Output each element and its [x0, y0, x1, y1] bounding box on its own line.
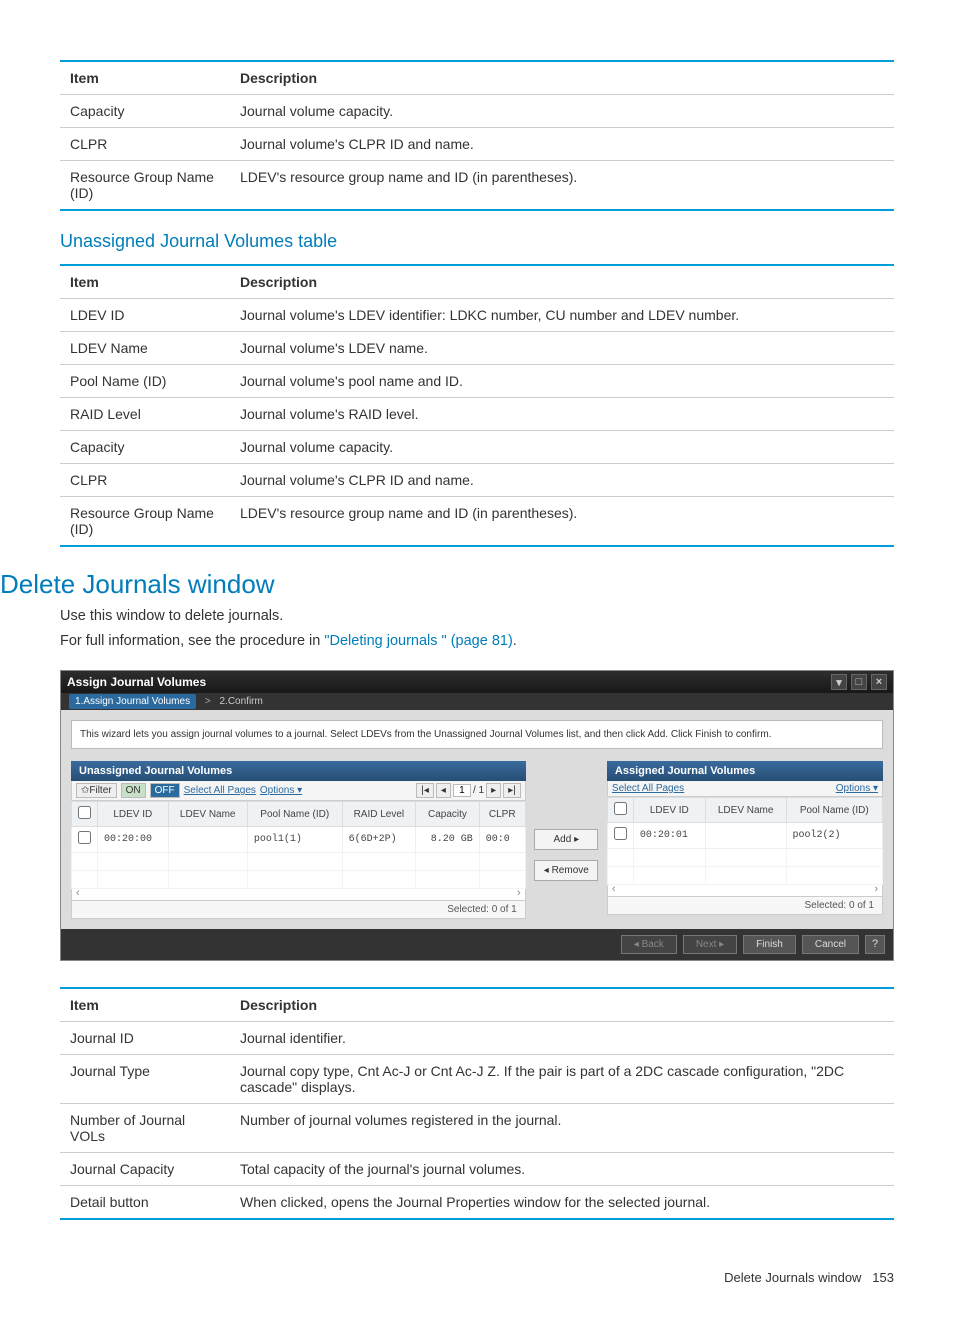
- filter-off[interactable]: OFF: [150, 783, 180, 798]
- table-row: LDEV IDJournal volume's LDEV identifier:…: [60, 299, 894, 332]
- paragraph: Use this window to delete journals.: [60, 606, 894, 627]
- wizard-assign-journal-volumes: Assign Journal Volumes ▾ □ × 1.Assign Jo…: [60, 670, 894, 961]
- page-last-icon[interactable]: ▸|: [503, 783, 521, 798]
- grid-selection-status: Selected: 0 of 1: [71, 901, 526, 919]
- grid-assigned: LDEV ID LDEV Name Pool Name (ID) 00:20:0…: [607, 797, 883, 885]
- wizard-titlebar: Assign Journal Volumes ▾ □ ×: [61, 671, 893, 693]
- page-total: / 1: [473, 785, 484, 796]
- toolbar-right: Select All Pages Options ▾: [607, 781, 883, 797]
- table-row[interactable]: 00:20:00 pool1(1) 6(6D+2P) 8.20 GB 00:0: [72, 827, 526, 853]
- breadcrumb-step-1[interactable]: 1.Assign Journal Volumes: [69, 694, 196, 709]
- close-icon[interactable]: ×: [871, 674, 887, 690]
- col-item: Item: [60, 61, 230, 95]
- table-row: RAID LevelJournal volume's RAID level.: [60, 398, 894, 431]
- table-row: Pool Name (ID)Journal volume's pool name…: [60, 365, 894, 398]
- table-row: CLPRJournal volume's CLPR ID and name.: [60, 128, 894, 161]
- col-item: Item: [60, 265, 230, 299]
- link-deleting-journals[interactable]: "Deleting journals " (page 81): [324, 633, 512, 649]
- pin-icon[interactable]: ▾: [831, 674, 847, 690]
- add-button[interactable]: Add ▸: [534, 829, 598, 850]
- panel-title-assigned: Assigned Journal Volumes: [607, 761, 883, 781]
- wizard-description: This wizard lets you assign journal volu…: [71, 720, 883, 749]
- help-button[interactable]: ?: [865, 935, 885, 954]
- select-all-pages[interactable]: Select All Pages: [612, 783, 684, 794]
- filter-on[interactable]: ON: [121, 783, 146, 798]
- table-row: Journal TypeJournal copy type, Cnt Ac-J …: [60, 1055, 894, 1104]
- table-row: CLPRJournal volume's CLPR ID and name.: [60, 464, 894, 497]
- table-delete: Item Description Journal IDJournal ident…: [60, 987, 894, 1220]
- col-item: Item: [60, 988, 230, 1022]
- col-desc: Description: [230, 265, 894, 299]
- checkbox-all[interactable]: [607, 798, 633, 823]
- heading-delete-journals: Delete Journals window: [0, 569, 894, 600]
- options-menu[interactable]: Options ▾: [836, 783, 878, 794]
- col-pool[interactable]: Pool Name (ID): [247, 802, 342, 827]
- breadcrumb-step-2[interactable]: 2.Confirm: [219, 696, 262, 707]
- col-ldev-id[interactable]: LDEV ID: [633, 798, 705, 823]
- next-button[interactable]: Next ▸: [683, 935, 737, 954]
- col-desc: Description: [230, 61, 894, 95]
- page-input[interactable]: [453, 784, 471, 797]
- row-checkbox[interactable]: [78, 831, 91, 844]
- page-prev-icon[interactable]: ◂: [436, 783, 451, 798]
- table-row[interactable]: 00:20:01 pool2(2): [607, 823, 882, 849]
- table-row: Resource Group Name (ID)LDEV's resource …: [60, 161, 894, 211]
- cancel-button[interactable]: Cancel: [802, 935, 859, 954]
- horizontal-scrollbar[interactable]: [71, 889, 526, 901]
- page-next-icon[interactable]: ▸: [486, 783, 501, 798]
- select-all-pages[interactable]: Select All Pages: [184, 785, 256, 796]
- grid-selection-status: Selected: 0 of 1: [607, 897, 883, 915]
- horizontal-scrollbar[interactable]: [607, 885, 883, 897]
- options-menu[interactable]: Options ▾: [260, 785, 302, 796]
- col-capacity[interactable]: Capacity: [416, 802, 480, 827]
- paragraph: For full information, see the procedure …: [60, 631, 894, 652]
- col-ldev-id[interactable]: LDEV ID: [98, 802, 169, 827]
- table-row: LDEV NameJournal volume's LDEV name.: [60, 332, 894, 365]
- col-raid[interactable]: RAID Level: [342, 802, 416, 827]
- maximize-icon[interactable]: □: [851, 674, 867, 690]
- row-checkbox[interactable]: [614, 827, 627, 840]
- finish-button[interactable]: Finish: [743, 935, 796, 954]
- table-row: Journal CapacityTotal capacity of the jo…: [60, 1153, 894, 1186]
- table-row: Number of Journal VOLsNumber of journal …: [60, 1104, 894, 1153]
- page-footer: Delete Journals window 153: [60, 1270, 894, 1285]
- table-row: Detail buttonWhen clicked, opens the Jou…: [60, 1186, 894, 1220]
- table-top: Item Description CapacityJournal volume …: [60, 60, 894, 211]
- table-row: CapacityJournal volume capacity.: [60, 95, 894, 128]
- table-row: Resource Group Name (ID)LDEV's resource …: [60, 497, 894, 547]
- col-pool[interactable]: Pool Name (ID): [786, 798, 882, 823]
- col-ldev-name[interactable]: LDEV Name: [705, 798, 786, 823]
- page-first-icon[interactable]: |◂: [416, 783, 434, 798]
- col-desc: Description: [230, 988, 894, 1022]
- checkbox-all[interactable]: [72, 802, 98, 827]
- col-ldev-name[interactable]: LDEV Name: [168, 802, 247, 827]
- filter-button[interactable]: ✩Filter: [76, 783, 117, 798]
- back-button[interactable]: ◂ Back: [621, 935, 677, 954]
- panel-title-unassigned: Unassigned Journal Volumes: [71, 761, 526, 781]
- table-unassigned: Item Description LDEV IDJournal volume's…: [60, 264, 894, 547]
- wizard-footer: ◂ Back Next ▸ Finish Cancel ?: [61, 929, 893, 960]
- heading-unassigned: Unassigned Journal Volumes table: [60, 231, 894, 252]
- table-row: Journal IDJournal identifier.: [60, 1022, 894, 1055]
- toolbar-left: ✩Filter ON OFF Select All Pages Options …: [71, 781, 526, 801]
- wizard-title: Assign Journal Volumes: [67, 675, 206, 689]
- wizard-breadcrumb: 1.Assign Journal Volumes > 2.Confirm: [61, 693, 893, 710]
- remove-button[interactable]: ◂ Remove: [534, 860, 598, 881]
- table-row: CapacityJournal volume capacity.: [60, 431, 894, 464]
- col-clpr[interactable]: CLPR: [479, 802, 525, 827]
- grid-unassigned: LDEV ID LDEV Name Pool Name (ID) RAID Le…: [71, 801, 526, 889]
